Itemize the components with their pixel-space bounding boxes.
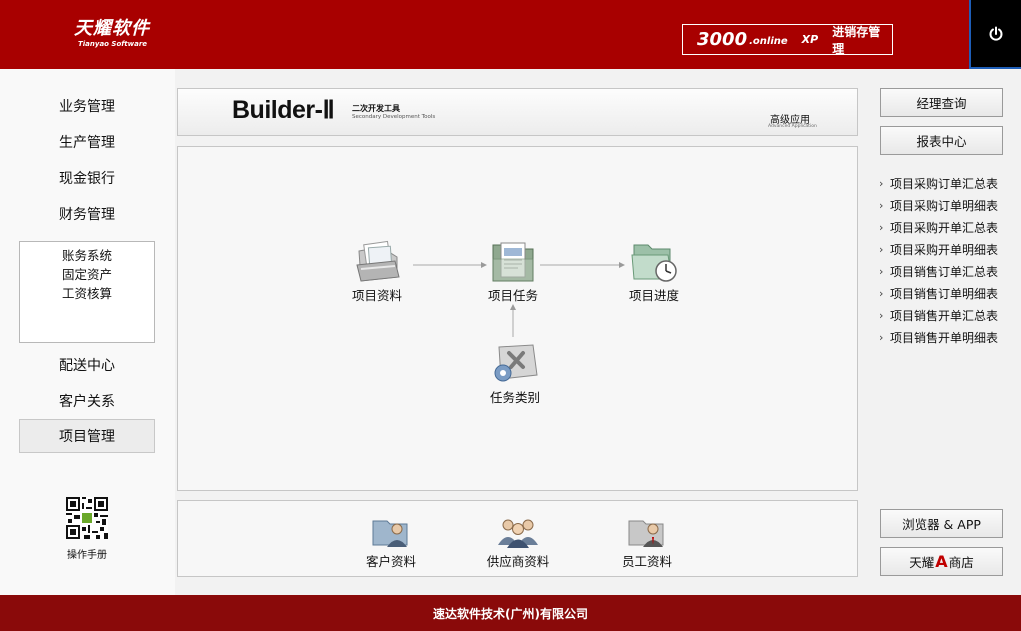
- tool-label: 员工资料: [621, 554, 672, 569]
- subnav-item-payroll[interactable]: 工资核算: [20, 284, 154, 303]
- builder-subtitle-en: Secondary Development Tools: [352, 114, 436, 120]
- nav-item-business[interactable]: 业务管理: [19, 89, 155, 123]
- report-link[interactable]: › 项目采购开单明细表: [879, 238, 1019, 260]
- manual-label[interactable]: 操作手册: [44, 546, 130, 561]
- report-list: › 项目采购订单汇总表 › 项目采购订单明细表 › 项目采购开单汇总表 › 项目采购开单…: [879, 172, 1019, 348]
- app-header: 天耀软件 Tianyao Software 3000 .online XP 进销…: [0, 0, 1021, 69]
- power-button[interactable]: [969, 0, 1021, 69]
- footer-company: 速达软件技术(广州)有限公司: [433, 606, 588, 621]
- manager-query-button[interactable]: 经理查询: [880, 88, 1003, 117]
- tool-label: 客户资料: [365, 554, 416, 569]
- report-label: 项目采购订单明细表: [890, 198, 999, 213]
- report-label: 项目采购开单明细表: [890, 242, 999, 257]
- supplier-group-icon: [498, 519, 538, 548]
- report-label: 项目采购开单汇总表: [890, 220, 999, 235]
- report-link[interactable]: › 项目销售订单明细表: [879, 282, 1019, 304]
- advanced-label-en: Advanced Application: [768, 124, 817, 129]
- node-project-materials[interactable]: 项目资料: [337, 239, 417, 304]
- employee-icon: [628, 520, 664, 547]
- tianyao-logo: 天耀软件 Tianyao Software: [74, 18, 164, 52]
- report-label: 项目采购订单汇总表: [890, 176, 999, 191]
- finance-subnav: 账务系统 固定资产 工资核算: [19, 241, 155, 343]
- report-link[interactable]: › 项目采购订单明细表: [879, 194, 1019, 216]
- folder-clock-icon: [631, 244, 677, 282]
- nav-label: 财务管理: [59, 207, 115, 223]
- task-folder-icon: [492, 242, 534, 282]
- workflow-connectors: [413, 262, 625, 337]
- report-label: 项目销售开单明细表: [890, 330, 999, 345]
- node-label: 项目任务: [487, 288, 538, 303]
- button-label: 浏览器 & APP: [902, 517, 981, 532]
- tool-employee-data[interactable]: 员工资料: [607, 515, 687, 570]
- nav-label: 现金银行: [59, 171, 115, 187]
- report-link[interactable]: › 项目销售开单明细表: [879, 326, 1019, 348]
- nav-item-project-management[interactable]: 项目管理: [19, 419, 155, 453]
- power-icon: [989, 26, 1003, 41]
- product-online: .online: [749, 36, 788, 47]
- node-label: 任务类别: [489, 390, 540, 405]
- nav-item-finance[interactable]: 财务管理: [19, 197, 155, 231]
- node-task-category[interactable]: 任务类别: [475, 341, 555, 406]
- nav-item-cash-bank[interactable]: 现金银行: [19, 161, 155, 195]
- shop-suffix: 商店: [948, 555, 974, 570]
- product-xp: XP: [801, 33, 819, 46]
- chevron-right-icon: ›: [879, 264, 884, 278]
- chevron-right-icon: ›: [879, 286, 884, 300]
- node-label: 项目资料: [351, 288, 402, 303]
- nav-item-distribution[interactable]: 配送中心: [19, 348, 155, 382]
- button-label: 经理查询: [916, 96, 967, 111]
- tianyao-shop-button[interactable]: 天耀 A 商店: [880, 547, 1003, 576]
- nav-label: 项目管理: [59, 429, 115, 445]
- chevron-right-icon: ›: [879, 242, 884, 256]
- workflow-panel: 项目资料 项目任务 项目进度 任务类别: [177, 146, 858, 491]
- chevron-right-icon: ›: [879, 198, 884, 212]
- node-label: 项目进度: [628, 288, 679, 303]
- node-project-tasks[interactable]: 项目任务: [473, 239, 553, 304]
- nav-label: 业务管理: [59, 99, 115, 115]
- left-sidebar: 业务管理 生产管理 现金银行 财务管理 账务系统 固定资产 工资核算 配送中心 …: [0, 69, 175, 595]
- chevron-right-icon: ›: [879, 176, 884, 190]
- logo-text-cn: 天耀软件: [74, 18, 150, 39]
- builder-subtitle-cn: 二次开发工具: [352, 104, 400, 113]
- chevron-right-icon: ›: [879, 308, 884, 322]
- tools-gear-icon: [494, 344, 538, 382]
- folder-documents-icon: [356, 240, 400, 282]
- tool-label: 供应商资料: [486, 554, 550, 569]
- shop-prefix: 天耀: [909, 555, 935, 570]
- chevron-right-icon: ›: [879, 220, 884, 234]
- product-name: 进销存管理: [832, 24, 881, 56]
- browser-app-button[interactable]: 浏览器 & APP: [880, 509, 1003, 538]
- nav-item-production[interactable]: 生产管理: [19, 125, 155, 159]
- product-badge: 3000 .online XP 进销存管理: [682, 24, 893, 56]
- qr-code-icon[interactable]: [66, 497, 108, 539]
- report-label: 项目销售订单明细表: [890, 286, 999, 301]
- customer-icon: [372, 520, 408, 547]
- chevron-right-icon: ›: [879, 330, 884, 344]
- product-number: 3000: [697, 29, 748, 50]
- button-label: 报表中心: [916, 134, 967, 149]
- shop-a-logo: A: [935, 552, 948, 571]
- report-link[interactable]: › 项目销售开单汇总表: [879, 304, 1019, 326]
- subnav-item-accounting[interactable]: 账务系统: [20, 246, 154, 265]
- tool-customer-data[interactable]: 客户资料: [351, 515, 431, 570]
- basic-data-panel: 客户资料 供应商资料 员工资料: [177, 500, 858, 577]
- report-link[interactable]: › 项目采购订单汇总表: [879, 172, 1019, 194]
- report-label: 项目销售订单汇总表: [890, 264, 999, 279]
- nav-label: 生产管理: [59, 135, 115, 151]
- app-footer: 速达软件技术(广州)有限公司: [0, 595, 1021, 631]
- report-link[interactable]: › 项目采购开单汇总表: [879, 216, 1019, 238]
- nav-item-crm[interactable]: 客户关系: [19, 384, 155, 418]
- nav-label: 客户关系: [59, 394, 115, 410]
- builder-title: Builder-Ⅱ: [232, 96, 335, 124]
- subnav-item-fixed-assets[interactable]: 固定资产: [20, 265, 154, 284]
- builder-banner: Builder-Ⅱ 二次开发工具 Secondary Development T…: [177, 88, 858, 136]
- report-label: 项目销售开单汇总表: [890, 308, 999, 323]
- tool-supplier-data[interactable]: 供应商资料: [478, 515, 558, 570]
- report-center-button[interactable]: 报表中心: [880, 126, 1003, 155]
- report-link[interactable]: › 项目销售订单汇总表: [879, 260, 1019, 282]
- node-project-progress[interactable]: 项目进度: [614, 239, 694, 304]
- nav-label: 配送中心: [59, 358, 115, 374]
- logo-text-en: Tianyao Software: [78, 40, 148, 48]
